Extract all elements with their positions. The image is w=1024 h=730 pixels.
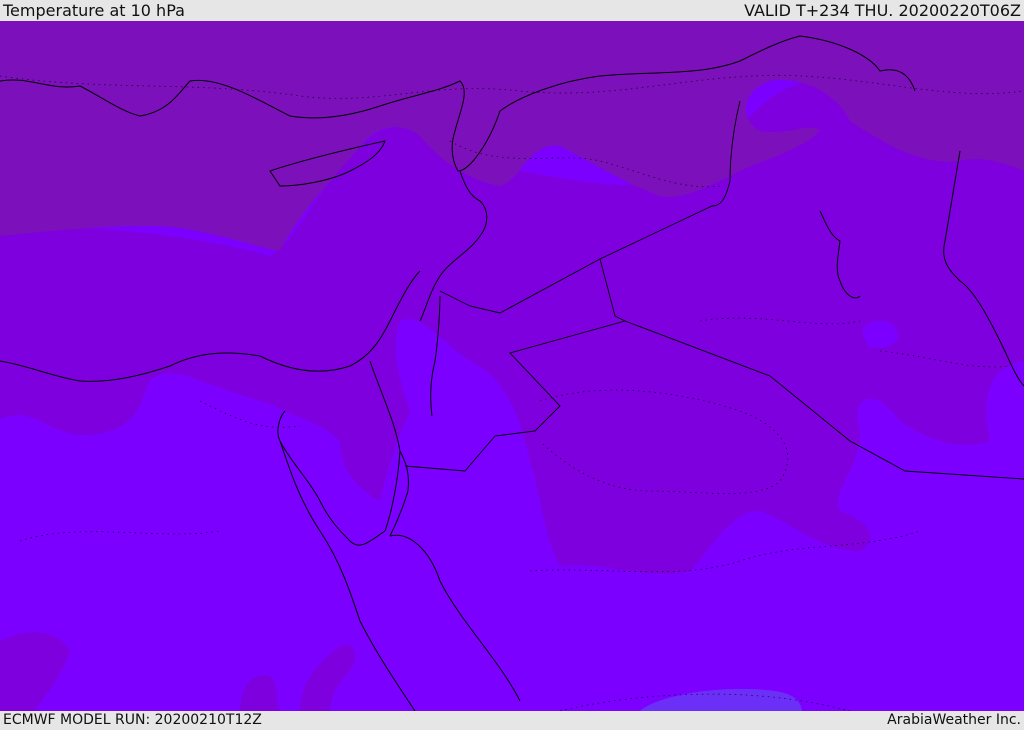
temp-patch-east-ellipse [862, 321, 899, 348]
valid-time-label: VALID T+234 THU. 20200220T06Z [744, 0, 1021, 20]
credit-label: ArabiaWeather Inc. [887, 712, 1021, 728]
footer-bar: ECMWF MODEL RUN: 20200210T12Z ArabiaWeat… [0, 711, 1024, 729]
header-bar: Temperature at 10 hPa VALID T+234 THU. 2… [0, 0, 1024, 21]
map-title: Temperature at 10 hPa [3, 0, 185, 20]
temperature-map[interactable] [0, 21, 1024, 711]
model-run-label: ECMWF MODEL RUN: 20200210T12Z [3, 712, 262, 728]
